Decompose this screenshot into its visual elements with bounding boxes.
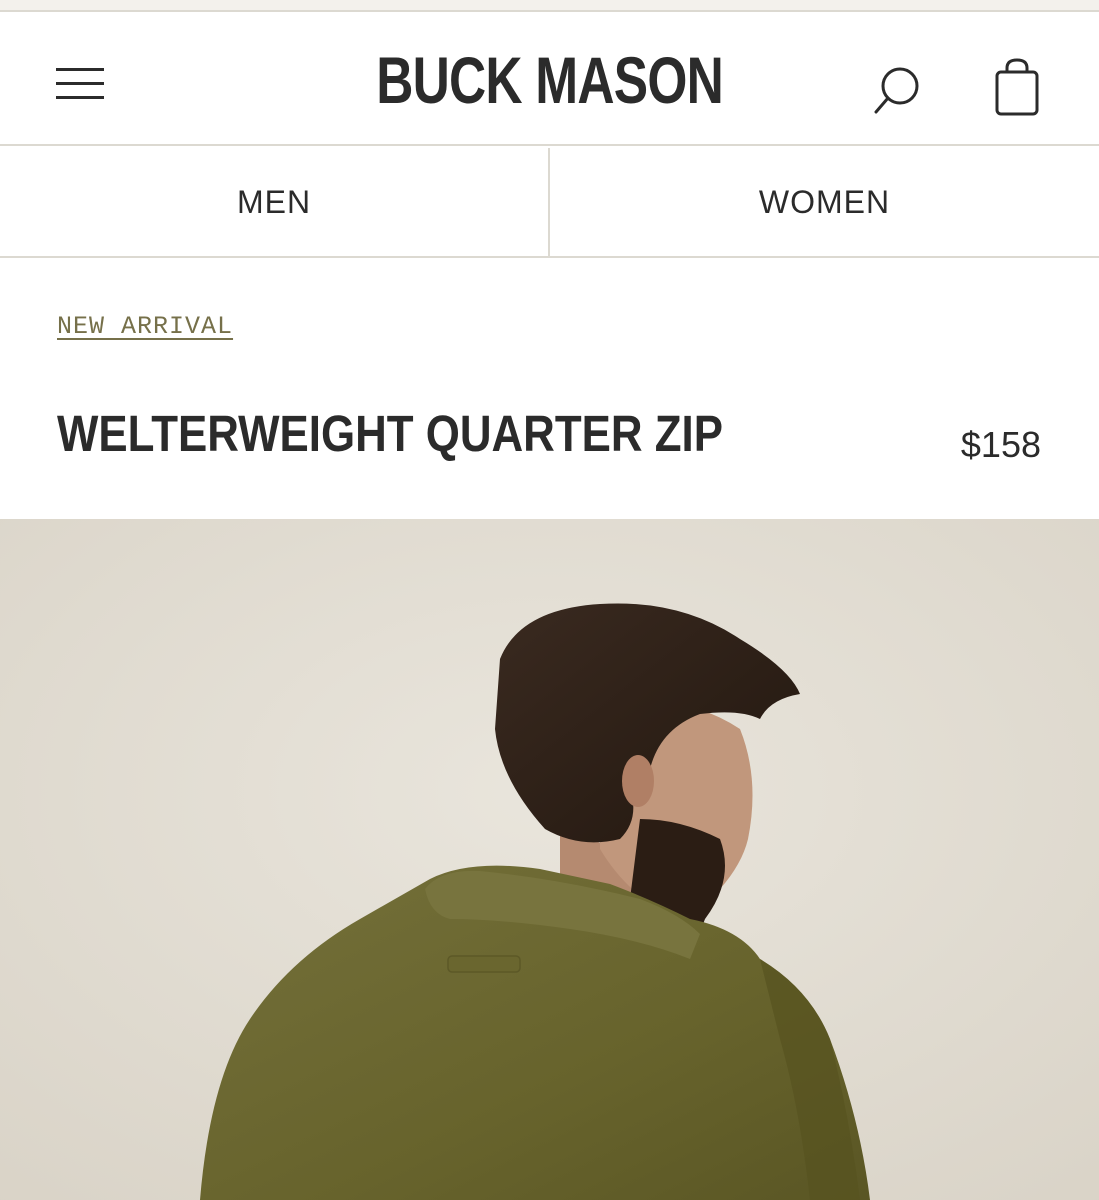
gender-nav: MEN WOMEN — [0, 148, 1099, 258]
top-strip — [0, 0, 1099, 12]
product-price: $158 — [960, 424, 1041, 465]
product-title: WELTERWEIGHT QUARTER ZIP — [57, 405, 724, 462]
brand-logo[interactable]: BUCK MASON — [121, 40, 978, 120]
menu-icon[interactable] — [52, 64, 108, 104]
tab-women[interactable]: WOMEN — [550, 148, 1099, 256]
bag-icon[interactable] — [990, 56, 1044, 118]
new-arrival-link[interactable]: NEW ARRIVAL — [57, 312, 233, 341]
product-hero-image[interactable] — [0, 519, 1099, 1200]
model-photo — [0, 519, 1099, 1200]
site-header: BUCK MASON — [0, 12, 1099, 146]
search-icon[interactable] — [870, 62, 926, 118]
tab-men[interactable]: MEN — [0, 148, 550, 256]
